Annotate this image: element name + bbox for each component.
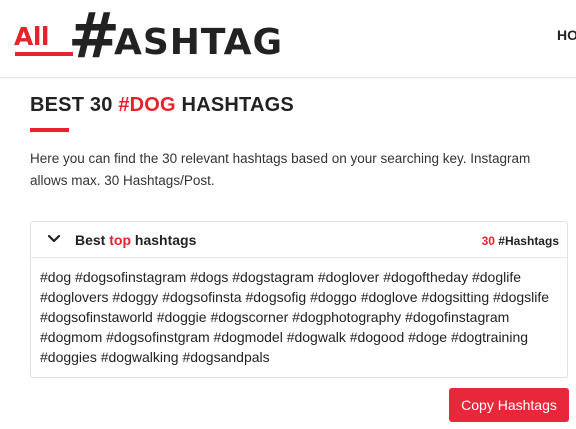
hashtag-card: Best top hashtags 30 #Hashtags #dog #dog…	[30, 221, 568, 378]
hashtag-card-title: Best top hashtags	[75, 232, 196, 248]
logo-all-text: All	[14, 22, 50, 51]
page-title-suffix: HASHTAGS	[175, 94, 294, 116]
logo-underline	[15, 52, 73, 56]
hashtag-card-header[interactable]: Best top hashtags 30 #Hashtags	[31, 222, 567, 258]
hashtag-count: 30 #Hashtags	[482, 234, 559, 248]
hashtag-count-label: #Hashtags	[498, 234, 559, 248]
nav-home-link[interactable]: HO	[557, 27, 576, 43]
title-underline	[30, 128, 69, 132]
page-title-keyword: #DOG	[118, 94, 176, 116]
hashtag-list[interactable]: #dog #dogsofinstagram #dogs #dogstagram …	[40, 267, 560, 367]
site-logo[interactable]: All # ASHTAG	[14, 0, 282, 72]
hashtag-count-number: 30	[481, 234, 495, 248]
copy-hashtags-button[interactable]: Copy Hashtags	[449, 388, 569, 422]
page-title-prefix: BEST 30	[30, 94, 119, 116]
logo-word-text: ASHTAG	[114, 22, 284, 63]
card-title-suffix: hashtags	[131, 232, 197, 248]
intro-text: Here you can find the 30 relevant hashta…	[30, 151, 531, 188]
logo-hash-text: #	[68, 0, 120, 72]
card-title-accent: top	[109, 232, 131, 248]
chevron-down-icon[interactable]	[47, 233, 61, 245]
page-title: BEST 30 #DOG HASHTAGS	[30, 94, 294, 117]
card-title-prefix: Best	[75, 232, 110, 248]
site-header: All # ASHTAG HO	[0, 0, 576, 78]
